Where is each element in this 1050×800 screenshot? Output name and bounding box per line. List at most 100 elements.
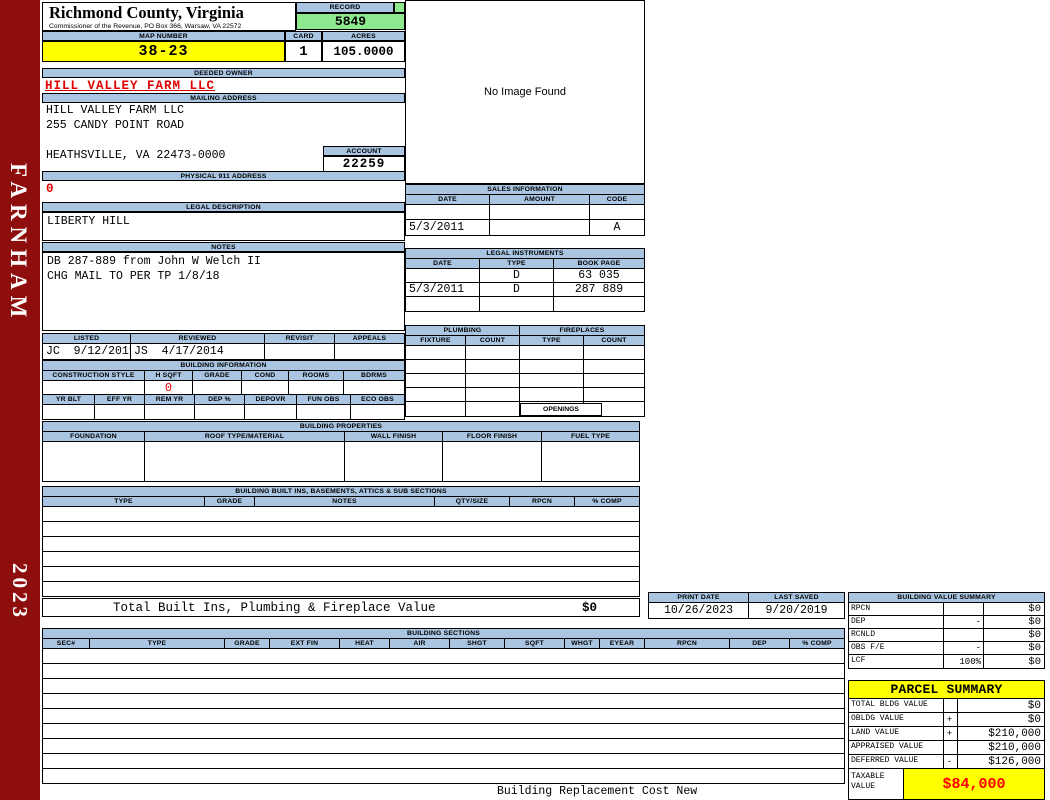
- building-value-summary-title: BUILDING VALUE SUMMARY: [849, 593, 1044, 603]
- last-saved-value: 9/20/2019: [749, 603, 844, 618]
- building-info-table: BUILDING INFORMATION CONSTRUCTION STYLE …: [42, 360, 405, 420]
- footer-text: Building Replacement Cost New: [497, 785, 697, 798]
- fun-obs-value[interactable]: [297, 405, 351, 419]
- built-ins-row: [43, 552, 639, 567]
- built-ins-total-row: Total Built Ins, Plumbing & Fireplace Va…: [42, 598, 640, 617]
- built-ins-row: [43, 537, 639, 552]
- listed-label: LISTED: [43, 334, 131, 343]
- legal-description-box[interactable]: LIBERTY HILL: [42, 212, 405, 241]
- building-sections-row: [43, 694, 844, 709]
- building-sections-title: BUILDING SECTIONS: [43, 629, 844, 639]
- col-fun-obs: FUN OBS: [297, 395, 351, 404]
- reviewed-value[interactable]: JS 4/17/2014: [131, 344, 265, 359]
- acres-value[interactable]: 105.0000: [322, 41, 405, 62]
- mailing-address-label: MAILING ADDRESS: [42, 93, 405, 103]
- col-grade: GRADE: [193, 371, 242, 380]
- county-subtitle: Commissioner of the Revenue, PO Box 366,…: [43, 23, 295, 30]
- rem-yr-value[interactable]: [145, 405, 195, 419]
- account-label: ACCOUNT: [323, 146, 405, 156]
- county-header-box: Richmond County, Virginia Commissioner o…: [42, 2, 296, 31]
- building-sections-row: [43, 724, 844, 739]
- sales-row[interactable]: 5/3/2011 A: [406, 220, 644, 235]
- building-sections-table: BUILDING SECTIONS SEC# TYPE GRADE EXT FI…: [42, 628, 845, 784]
- depovr-value[interactable]: [245, 405, 297, 419]
- built-ins-row: [43, 507, 639, 522]
- deeded-owner-value[interactable]: HILL VALLEY FARM LLC: [45, 79, 375, 93]
- parcel-summary: PARCEL SUMMARY TOTAL BLDG VALUE $0 OBLDG…: [848, 680, 1045, 800]
- h-sqft-value[interactable]: 0: [145, 381, 193, 394]
- floor-finish-value[interactable]: [443, 442, 542, 481]
- col-fuel-type: FUEL TYPE: [542, 432, 639, 441]
- building-sections-row: [43, 769, 844, 784]
- built-ins-total-value: $0: [582, 601, 639, 615]
- print-info-table: PRINT DATE LAST SAVED 10/26/2023 9/20/20…: [648, 592, 845, 619]
- building-info-title: BUILDING INFORMATION: [43, 361, 404, 371]
- fireplaces-title: FIREPLACES: [520, 326, 644, 335]
- foundation-value[interactable]: [43, 442, 145, 481]
- wall-finish-value[interactable]: [345, 442, 443, 481]
- card-value[interactable]: 1: [285, 41, 322, 62]
- eco-obs-value[interactable]: [351, 405, 404, 419]
- construction-style-value[interactable]: [43, 381, 145, 394]
- col-pct-comp: % COMP: [790, 639, 844, 648]
- col-rem-yr: REM YR: [145, 395, 195, 404]
- col-air: AIR: [390, 639, 450, 648]
- bvs-row: OBS F/E - $0: [849, 642, 1044, 655]
- listed-value[interactable]: JC 9/12/2019: [43, 344, 131, 359]
- col-dep-pct: DEP %: [195, 395, 245, 404]
- sales-table: SALES INFORMATION DATE AMOUNT CODE 5/3/2…: [405, 184, 645, 236]
- building-properties-title: BUILDING PROPERTIES: [43, 422, 639, 432]
- revisit-value[interactable]: [265, 344, 335, 359]
- col-h-sqft: H SQFT: [145, 371, 193, 380]
- grade-value[interactable]: [193, 381, 242, 394]
- legal-description-label: LEGAL DESCRIPTION: [42, 202, 405, 212]
- openings-label: OPENINGS: [520, 403, 602, 416]
- parcel-summary-row: APPRAISED VALUE $210,000: [849, 741, 1044, 755]
- parcel-summary-row: LAND VALUE + $210,000: [849, 727, 1044, 741]
- plumbing-fireplaces-table: PLUMBING FIREPLACES FIXTURE COUNT TYPE C…: [405, 325, 645, 417]
- col-cond: COND: [242, 371, 289, 380]
- roof-value[interactable]: [145, 442, 345, 481]
- legal-col-type: TYPE: [480, 259, 554, 268]
- bvs-row: RPCN $0: [849, 603, 1044, 616]
- notes-line: DB 287-889 from John W Welch II: [47, 255, 404, 270]
- built-ins-total-label: Total Built Ins, Plumbing & Fireplace Va…: [43, 601, 436, 615]
- mailing-address-block[interactable]: HILL VALLEY FARM LLC 255 CANDY POINT ROA…: [46, 104, 321, 166]
- sales-title: SALES INFORMATION: [406, 185, 644, 195]
- col-rooms: ROOMS: [289, 371, 344, 380]
- tax-year: 2023: [7, 563, 32, 621]
- fuel-type-value[interactable]: [542, 442, 639, 481]
- no-image-text: No Image Found: [484, 86, 566, 98]
- legal-row[interactable]: 5/3/2011 D 287 889: [406, 283, 644, 297]
- record-label: RECORD: [296, 2, 394, 13]
- appeals-value[interactable]: [335, 344, 404, 359]
- bvs-row: LCF 100% $0: [849, 655, 1044, 668]
- col-ext-fin: EXT FIN: [270, 639, 340, 648]
- col-bdrms: BDRMS: [344, 371, 404, 380]
- rooms-value[interactable]: [289, 381, 344, 394]
- map-number-value[interactable]: 38-23: [42, 41, 285, 62]
- col-heat: HEAT: [340, 639, 390, 648]
- physical-911-value[interactable]: 0: [46, 182, 146, 196]
- fireplaces-col-type: TYPE: [520, 336, 584, 345]
- legal-row[interactable]: D 63 035: [406, 269, 644, 283]
- notes-label: NOTES: [42, 242, 405, 252]
- mailing-line: 255 CANDY POINT ROAD: [46, 119, 321, 134]
- cond-value[interactable]: [242, 381, 289, 394]
- eff-yr-value[interactable]: [95, 405, 145, 419]
- account-value[interactable]: 22259: [323, 156, 405, 172]
- col-grade: GRADE: [205, 497, 255, 506]
- record-value[interactable]: 5849: [296, 13, 405, 30]
- dep-pct-value[interactable]: [195, 405, 245, 419]
- legal-row[interactable]: [406, 297, 644, 311]
- legal-description-value: LIBERTY HILL: [43, 213, 404, 228]
- yr-blt-value[interactable]: [43, 405, 95, 419]
- col-rpcn: RPCN: [645, 639, 730, 648]
- sales-row[interactable]: [406, 205, 644, 220]
- col-wall-finish: WALL FINISH: [345, 432, 443, 441]
- col-dep: DEP: [730, 639, 790, 648]
- bdrms-value[interactable]: [344, 381, 404, 394]
- parcel-summary-row: TOTAL BLDG VALUE $0: [849, 699, 1044, 713]
- col-qty-size: QTY/SIZE: [435, 497, 510, 506]
- notes-box[interactable]: DB 287-889 from John W Welch II CHG MAIL…: [42, 252, 405, 331]
